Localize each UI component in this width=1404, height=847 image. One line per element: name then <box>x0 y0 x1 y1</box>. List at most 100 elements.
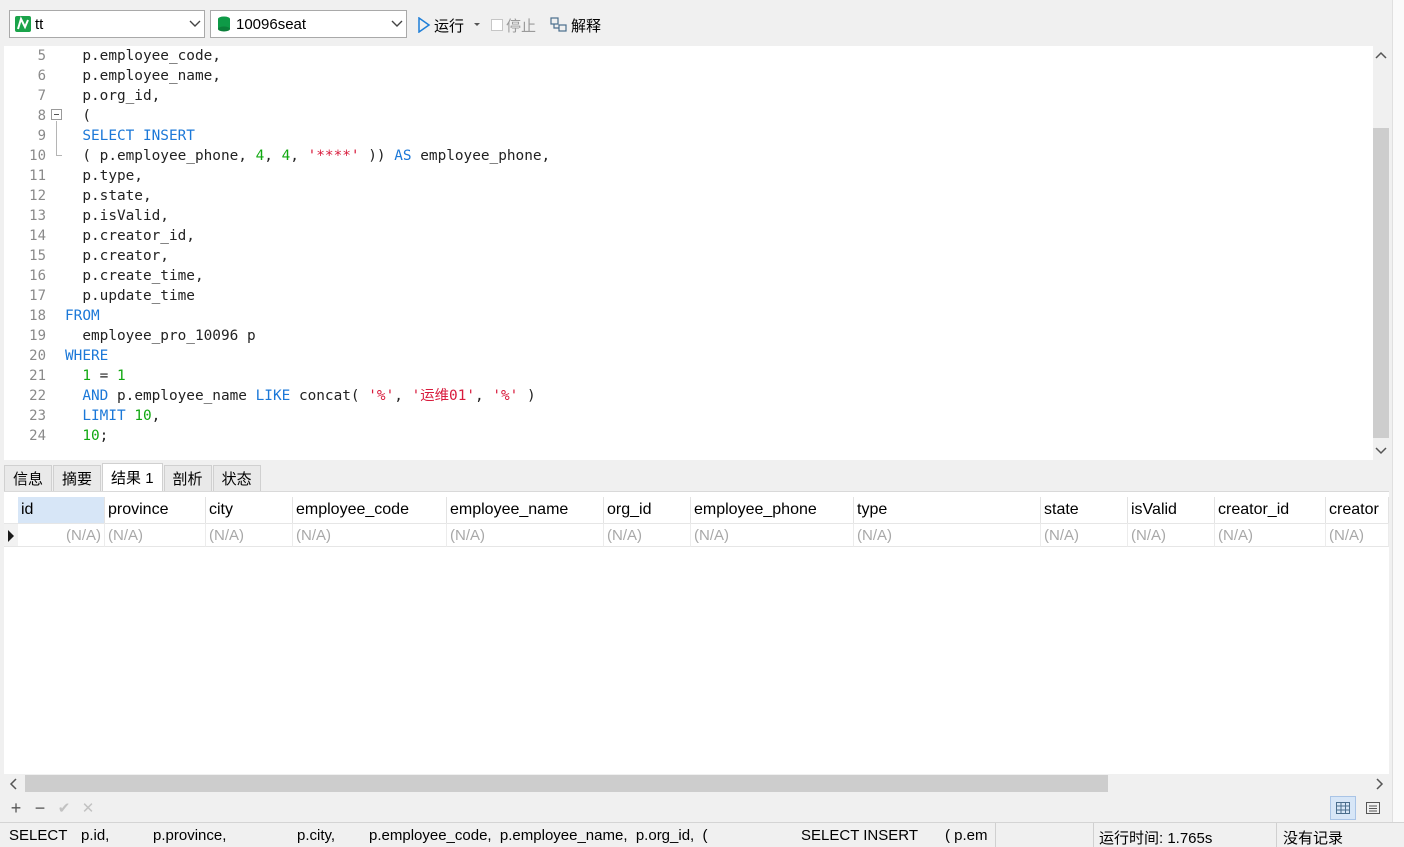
grid-horizontal-scrollbar[interactable] <box>4 774 1389 794</box>
column-header[interactable]: employee_code <box>293 497 447 523</box>
scrollbar-thumb[interactable] <box>1373 128 1389 438</box>
table-cell[interactable]: (N/A) <box>1128 523 1215 547</box>
column-header[interactable]: creator <box>1326 497 1389 523</box>
connection-value: tt <box>35 15 44 33</box>
code-token: AS <box>394 148 412 164</box>
code-line[interactable]: employee_pro_10096 p <box>65 326 255 346</box>
line-number: 12 <box>29 188 46 204</box>
code-line[interactable]: p.creator, <box>65 246 169 266</box>
fold-toggle-icon[interactable] <box>51 109 62 120</box>
database-icon <box>218 16 230 32</box>
column-header[interactable]: creator_id <box>1215 497 1326 523</box>
result-grid[interactable]: id (N/A) province (N/A) city (N/A) employee_co… <box>4 491 1389 774</box>
connection-select[interactable]: tt <box>9 10 205 38</box>
code-line[interactable]: 10; <box>65 426 108 446</box>
code-token: p.creator_id, <box>65 228 195 244</box>
code-token: WHERE <box>65 348 109 364</box>
table-cell[interactable]: (N/A) <box>293 523 447 547</box>
run-button[interactable]: 运行 <box>417 14 482 36</box>
scrollbar-thumb[interactable] <box>25 775 1108 792</box>
editor-vertical-scrollbar[interactable] <box>1373 46 1389 460</box>
scroll-up-icon[interactable] <box>1373 48 1389 64</box>
code-line[interactable]: p.state, <box>65 186 151 206</box>
stop-label: 停止 <box>506 17 537 35</box>
table-cell[interactable]: (N/A) <box>604 523 691 547</box>
column-header[interactable]: org_id <box>604 497 691 523</box>
table-cell[interactable]: (N/A) <box>1215 523 1326 547</box>
status-sql-part: ( p.em <box>945 827 988 844</box>
code-line[interactable]: AND p.employee_name LIKE concat( '%', '运… <box>65 386 535 406</box>
code-token: ; <box>99 428 109 444</box>
code-line[interactable]: p.create_time, <box>65 266 203 286</box>
code-line[interactable]: p.employee_code, <box>65 46 221 66</box>
code-token: '****' <box>307 148 360 164</box>
code-line[interactable]: p.type, <box>65 166 143 186</box>
status-bar: SELECT p.id, p.province, p.city, p.emplo… <box>0 822 1404 847</box>
result-tab[interactable]: 剖析 <box>163 465 212 491</box>
sql-editor[interactable]: 5 6 7 8 9 10 11 12 13 14 15 16 17 18 19 20 21 22 23 24 p.em… <box>4 46 1389 460</box>
code-token: p.employee_code, <box>65 48 221 64</box>
code-token: p.isValid, <box>65 208 169 224</box>
column-header[interactable]: employee_name <box>447 497 604 523</box>
table-cell[interactable]: (N/A) <box>1041 523 1128 547</box>
stop-button[interactable]: 停止 <box>491 14 536 36</box>
form-view-icon[interactable] <box>1360 796 1386 820</box>
code-line[interactable]: 1 = 1 <box>65 366 125 386</box>
line-number: 8 <box>37 108 46 124</box>
side-panel-edge <box>1392 0 1404 822</box>
column-header[interactable]: province <box>105 497 206 523</box>
column-header[interactable]: id <box>18 497 105 523</box>
scroll-left-icon[interactable] <box>6 774 22 794</box>
column-header[interactable]: city <box>206 497 293 523</box>
result-tab[interactable]: 结果 1 <box>102 463 163 491</box>
code-line[interactable]: p.isValid, <box>65 206 169 226</box>
discard-changes-icon[interactable]: ✕ <box>78 798 98 818</box>
run-label: 运行 <box>434 17 465 35</box>
code-line[interactable]: p.employee_name, <box>65 66 221 86</box>
code-line[interactable]: p.creator_id, <box>65 226 195 246</box>
result-tabs: 信息 摘要 结果 1 剖析 状态 <box>4 463 262 491</box>
code-token: LIMIT <box>82 408 126 424</box>
code-line[interactable]: ( p.employee_phone, 4, 4, '****' )) AS e… <box>65 146 550 166</box>
add-row-icon[interactable]: + <box>6 798 26 818</box>
code-token: '%' <box>368 388 395 404</box>
line-number: 22 <box>29 388 46 404</box>
result-tab[interactable]: 摘要 <box>53 465 102 491</box>
column-header[interactable]: state <box>1041 497 1128 523</box>
table-cell[interactable]: (N/A) <box>18 523 105 547</box>
column-header[interactable]: isValid <box>1128 497 1215 523</box>
scroll-down-icon[interactable] <box>1373 442 1389 458</box>
current-row-marker <box>4 523 18 547</box>
scroll-right-icon[interactable] <box>1371 774 1387 794</box>
table-cell[interactable]: (N/A) <box>1326 523 1389 547</box>
column-header[interactable]: employee_phone <box>691 497 854 523</box>
fold-line <box>56 121 57 155</box>
code-line[interactable]: FROM <box>65 306 100 326</box>
code-line[interactable]: p.org_id, <box>65 86 160 106</box>
table-cell[interactable]: (N/A) <box>691 523 854 547</box>
code-line[interactable]: LIMIT 10, <box>65 406 160 426</box>
code-token: p.org_id, <box>65 88 161 104</box>
table-cell[interactable]: (N/A) <box>105 523 206 547</box>
line-number: 7 <box>37 88 46 104</box>
explain-button[interactable]: 解释 <box>550 14 601 36</box>
chevron-down-icon <box>388 11 406 37</box>
table-cell[interactable]: (N/A) <box>206 523 293 547</box>
code-line[interactable]: ( <box>65 106 91 126</box>
database-select[interactable]: 10096seat <box>210 10 407 38</box>
grid-view-icon[interactable] <box>1330 796 1356 820</box>
delete-row-icon[interactable]: − <box>30 798 50 818</box>
table-cell[interactable]: (N/A) <box>854 523 1041 547</box>
apply-changes-icon[interactable]: ✔ <box>54 798 74 818</box>
connection-icon <box>15 16 31 32</box>
caret-down-icon[interactable] <box>472 21 482 29</box>
code-line[interactable]: SELECT INSERT <box>65 126 195 146</box>
code-token: 4 <box>281 148 291 164</box>
table-cell[interactable]: (N/A) <box>447 523 604 547</box>
result-tab[interactable]: 状态 <box>212 465 261 491</box>
result-tab[interactable]: 信息 <box>4 465 53 491</box>
line-number: 5 <box>37 48 46 64</box>
code-line[interactable]: p.update_time <box>65 286 195 306</box>
code-line[interactable]: WHERE <box>65 346 108 366</box>
column-header[interactable]: type <box>854 497 1041 523</box>
